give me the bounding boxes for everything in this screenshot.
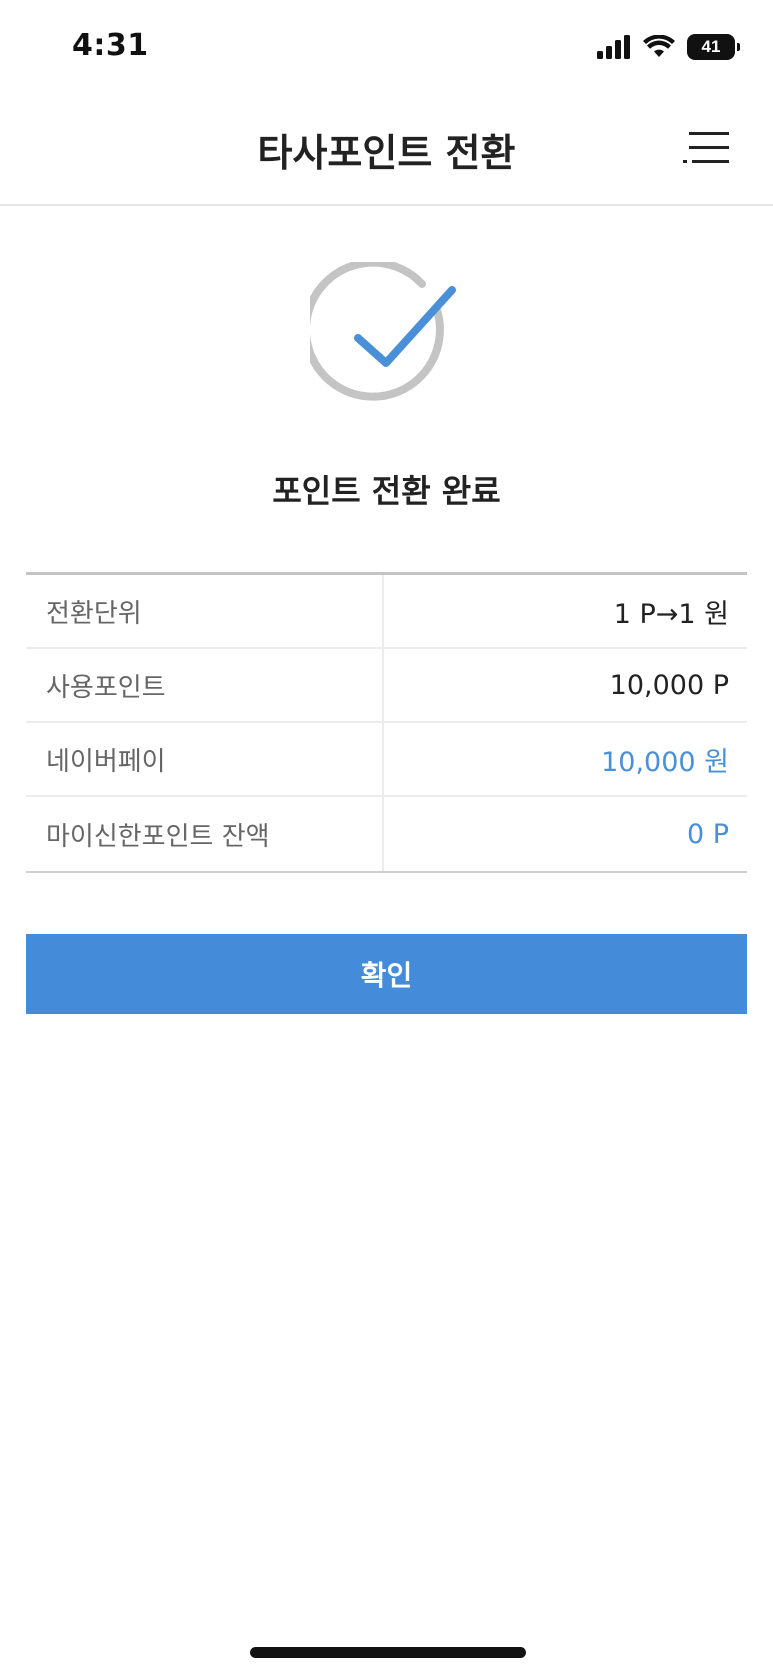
hamburger-menu-icon[interactable] — [683, 128, 729, 168]
signal-icon — [597, 35, 630, 59]
page-title: 타사포인트 전환 — [257, 131, 516, 175]
table-row: 전환단위 1 P→1 원 — [26, 575, 747, 649]
table-row: 사용포인트 10,000 P — [26, 649, 747, 723]
row-value: 1 P→1 원 — [613, 598, 729, 630]
status-bar: 4:31 41 — [0, 0, 773, 100]
row-label: 네이버페이 — [26, 723, 384, 795]
battery-level: 41 — [701, 37, 721, 56]
check-circle-icon — [301, 258, 460, 412]
row-value: 10,000 원 — [601, 746, 729, 778]
completion-title: 포인트 전환 완료 — [272, 472, 501, 510]
row-label: 마이신한포인트 잔액 — [26, 797, 384, 871]
confirm-button[interactable]: 확인 — [26, 934, 747, 1014]
row-value: 0 P — [686, 818, 729, 850]
home-indicator[interactable] — [250, 1647, 526, 1658]
battery-icon: 41 — [687, 34, 740, 60]
status-time: 4:31 — [72, 28, 149, 63]
wifi-icon — [643, 35, 675, 57]
row-label: 전환단위 — [26, 575, 384, 647]
status-icons: 41 — [597, 34, 740, 60]
conversion-details-table: 전환단위 1 P→1 원 사용포인트 10,000 P 네이버페이 10,000… — [26, 572, 747, 873]
app-header: 타사포인트 전환 — [0, 100, 773, 206]
row-value: 10,000 P — [609, 669, 729, 701]
battery-cap — [737, 43, 740, 51]
row-label: 사용포인트 — [26, 649, 384, 721]
table-row: 마이신한포인트 잔액 0 P — [26, 797, 747, 871]
table-row: 네이버페이 10,000 원 — [26, 723, 747, 797]
